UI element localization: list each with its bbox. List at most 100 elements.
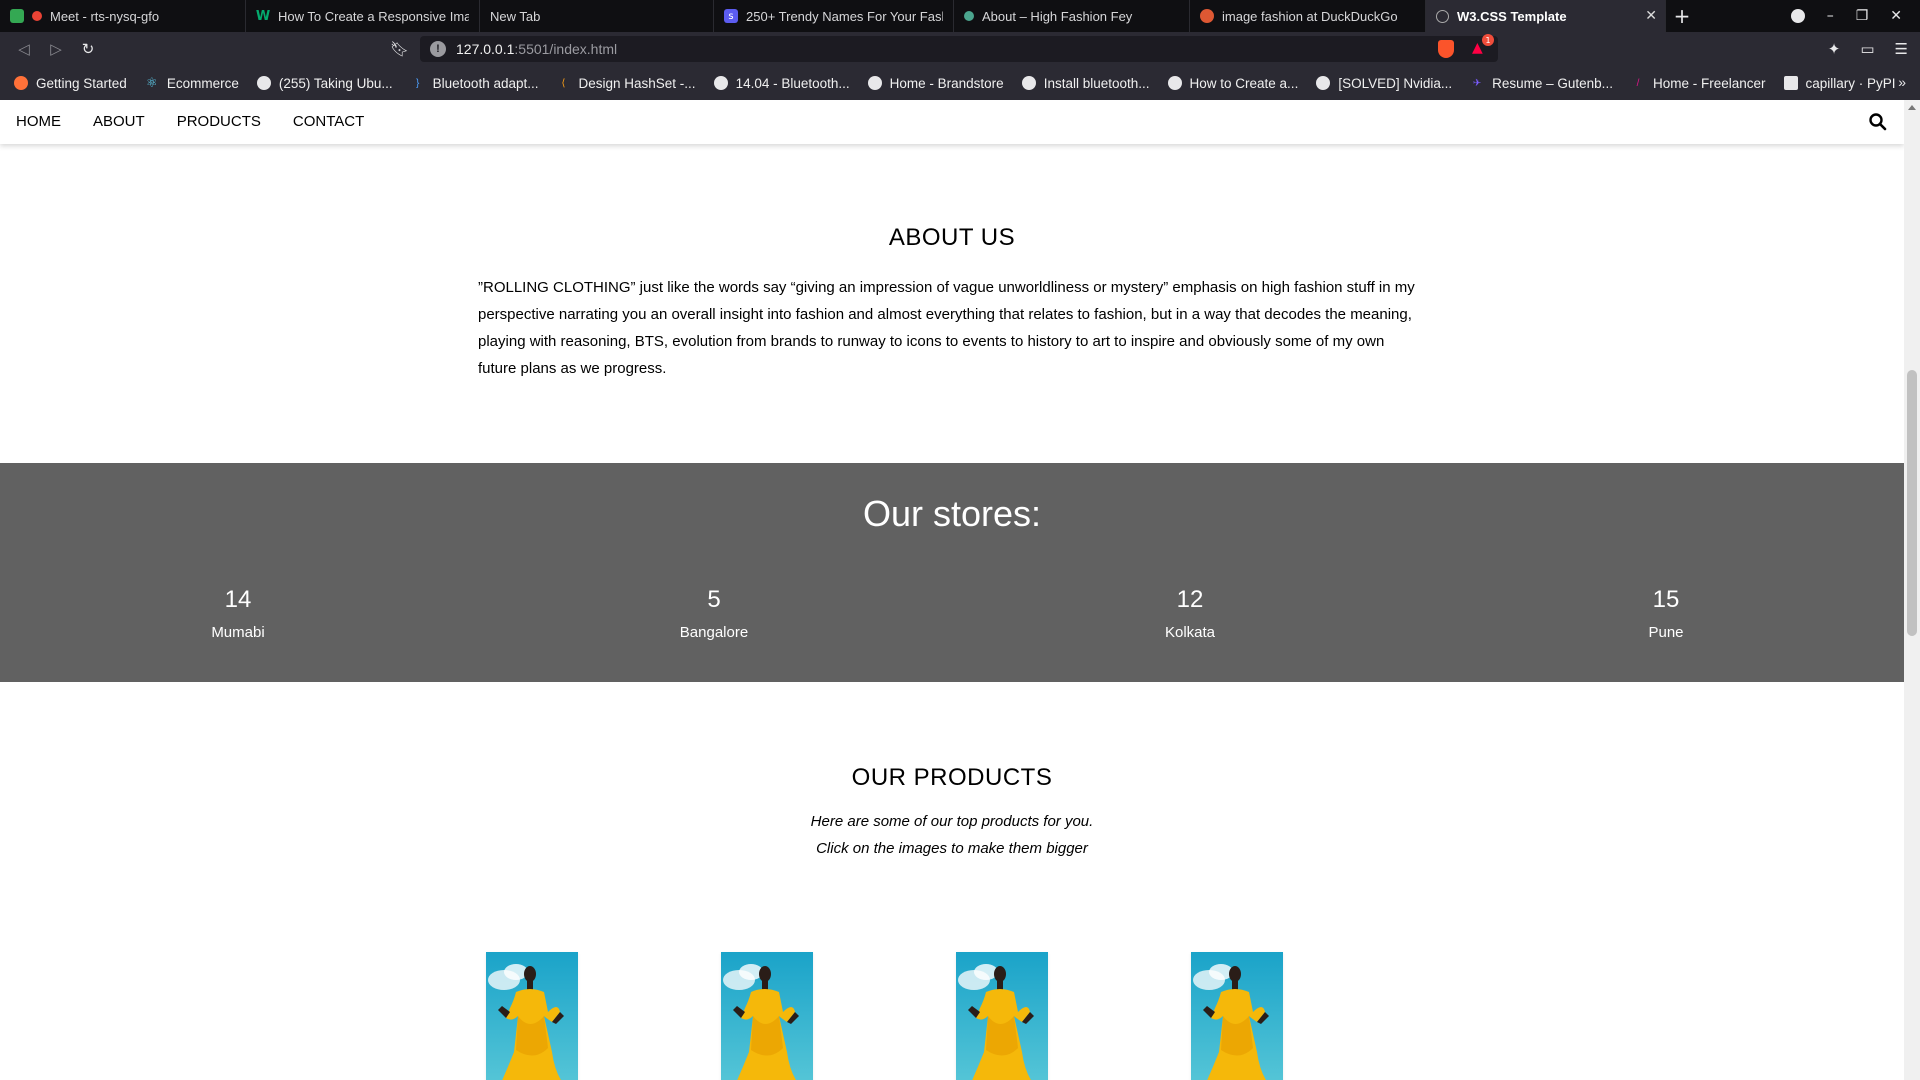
menu-icon[interactable]: ☰ [1895, 40, 1908, 58]
leetcode-icon: ⟨ [561, 77, 566, 89]
react-icon: ⚛ [145, 75, 158, 90]
bookmark-item[interactable]: How to Create a... [1167, 76, 1298, 91]
store-mumbai: 14 Mumabi [0, 586, 476, 641]
bookmark-item[interactable]: Home - Brandstore [867, 76, 1004, 91]
minimize-icon[interactable]: – [1827, 8, 1834, 24]
tab-w3css-template[interactable]: W3.CSS Template ✕ [1426, 0, 1666, 32]
products-subtitle: Here are some of our top products for yo… [810, 813, 1094, 857]
bookmark-item[interactable]: ✈ Resume – Gutenb... [1470, 76, 1613, 91]
toolbar-right: ✦ ▭ ☰ [1828, 40, 1908, 58]
tab-duckduckgo[interactable]: image fashion at DuckDuckGo [1190, 0, 1426, 32]
fashion-model-picture [956, 952, 1048, 1080]
products-section: OUR PRODUCTS Here are some of our top pr… [0, 682, 1904, 1080]
product-image[interactable] [1191, 952, 1283, 1080]
gutenberg-icon: ✈ [1472, 77, 1482, 89]
google-meet-icon [10, 9, 24, 23]
bookmarks-bar: Getting Started ⚛ Ecommerce (255) Taking … [0, 66, 1920, 100]
store-city: Mumabi [211, 624, 265, 641]
pypi-icon [1783, 76, 1798, 90]
globe-icon [1436, 9, 1449, 23]
tab-strip: Meet - rts-nysq-gfo W How To Create a Re… [0, 0, 1920, 32]
site-icon: s [724, 9, 738, 23]
store-city: Pune [1648, 624, 1684, 641]
store-bangalore: 5 Bangalore [476, 586, 952, 641]
brave-shields-icon[interactable] [1438, 40, 1454, 58]
firefox-icon [14, 76, 28, 90]
globe-icon [867, 76, 882, 90]
restore-icon[interactable]: ❐ [1856, 8, 1869, 24]
scroll-up-icon[interactable] [1908, 105, 1916, 110]
extensions-icon[interactable]: ✦ [1828, 40, 1841, 58]
freelancer-icon: / [1636, 77, 1640, 89]
bookmark-item[interactable]: (255) Taking Ubu... [256, 76, 393, 91]
store-count: 15 [1652, 586, 1680, 613]
wallet-icon[interactable]: ▭ [1860, 40, 1874, 58]
store-count: 14 [224, 586, 252, 613]
search-icon[interactable] [1868, 112, 1888, 132]
nav-about[interactable]: ABOUT [77, 100, 161, 144]
tab-new-tab[interactable]: New Tab [480, 0, 714, 32]
chevron-right-icon[interactable]: » [1898, 74, 1906, 90]
bookmark-item[interactable]: [SOLVED] Nvidia... [1316, 76, 1452, 91]
bracket-icon: } [415, 77, 420, 89]
globe-icon [964, 11, 974, 21]
store-count: 12 [1176, 586, 1204, 613]
nav-home[interactable]: HOME [0, 100, 77, 144]
product-image[interactable] [486, 952, 578, 1080]
product-image[interactable] [956, 952, 1048, 1080]
fashion-model-picture [721, 952, 813, 1080]
recording-icon [32, 11, 42, 21]
tab-w3schools[interactable]: W How To Create a Responsive Imag [246, 0, 480, 32]
navigation-bar: ◁ ▷ ↻ 🔖︎ ! 127.0.0.1:5501/index.html [0, 32, 1920, 66]
globe-icon [1167, 76, 1182, 90]
products-title: OUR PRODUCTS [851, 764, 1053, 791]
bookmark-page-icon[interactable]: 🔖︎ [390, 40, 409, 58]
rewards-badge: 1 [1482, 34, 1494, 46]
tab-trendy-names[interactable]: s 250+ Trendy Names For Your Fashi [714, 0, 954, 32]
back-icon[interactable]: ◁ [8, 33, 40, 65]
bookmark-item[interactable]: capillary · PyPI [1783, 76, 1896, 91]
globe-icon [713, 76, 728, 90]
store-pune: 15 Pune [1428, 586, 1904, 641]
address-bar[interactable]: ! 127.0.0.1:5501/index.html [420, 36, 1498, 62]
new-tab-button[interactable]: + [1666, 0, 1698, 32]
store-kolkata: 12 Kolkata [952, 586, 1428, 641]
stores-section: Our stores: 14 Mumabi 5 Bangalore 12 Kol… [0, 463, 1904, 682]
nav-products[interactable]: PRODUCTS [161, 100, 277, 144]
store-city: Kolkata [1164, 624, 1216, 641]
product-image[interactable] [721, 952, 813, 1080]
about-title: ABOUT US [888, 224, 1016, 251]
bookmark-item[interactable]: ⟨ Design HashSet -... [557, 76, 696, 91]
scrollbar-thumb[interactable] [1907, 370, 1917, 636]
tab-meet[interactable]: Meet - rts-nysq-gfo [0, 0, 246, 32]
nav-contact[interactable]: CONTACT [277, 100, 380, 144]
site-info-icon[interactable]: ! [430, 41, 446, 57]
window-controls: – ❐ ✕ [1790, 0, 1920, 32]
store-count: 5 [707, 586, 721, 613]
globe-icon [1021, 76, 1036, 90]
web-page: HOME ABOUT PRODUCTS CONTACT ABOUT US ”RO… [0, 100, 1904, 1080]
fashion-model-picture [486, 952, 578, 1080]
close-tab-icon[interactable]: ✕ [1645, 8, 1657, 24]
url-path: :5501/index.html [514, 41, 618, 57]
globe-icon [256, 76, 271, 90]
page-scrollbar[interactable] [1904, 100, 1920, 1080]
tab-high-fashion-fey[interactable]: About – High Fashion Fey [954, 0, 1190, 32]
fashion-model-picture [1191, 952, 1283, 1080]
close-window-icon[interactable]: ✕ [1890, 8, 1902, 24]
brave-rewards-icon[interactable]: ▲ 1 [1472, 34, 1494, 56]
stores-title: Our stores: [862, 493, 1042, 534]
w3schools-icon: W [255, 8, 271, 24]
store-city: Bangalore [679, 624, 749, 641]
bookmark-item[interactable]: } Bluetooth adapt... [411, 76, 539, 91]
reload-icon[interactable]: ↻ [72, 33, 104, 65]
tab-search-icon[interactable] [1790, 9, 1805, 23]
bookmark-item[interactable]: ⚛ Ecommerce [145, 75, 239, 91]
duckduckgo-icon [1200, 9, 1214, 23]
forward-icon[interactable]: ▷ [40, 33, 72, 65]
bookmark-item[interactable]: 14.04 - Bluetooth... [713, 76, 850, 91]
bookmark-item[interactable]: Getting Started [14, 76, 127, 91]
bookmark-item[interactable]: / Home - Freelancer [1631, 76, 1766, 91]
bookmark-item[interactable]: Install bluetooth... [1021, 76, 1150, 91]
url-host: 127.0.0.1 [456, 41, 515, 57]
